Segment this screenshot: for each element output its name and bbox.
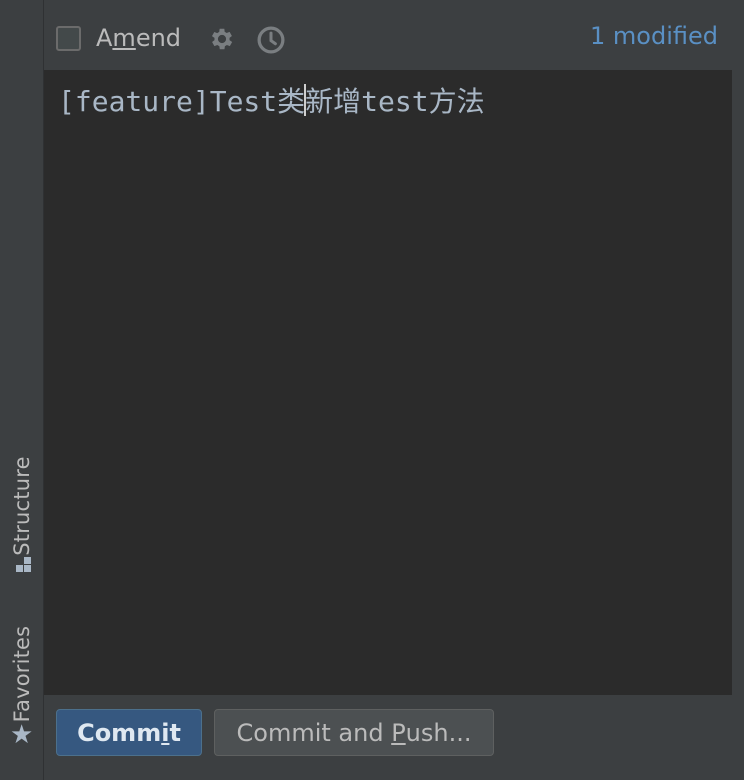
tool-window-stripe: Structure Favorites ★ bbox=[0, 0, 43, 780]
commit-and-push-button[interactable]: Commit and Push... bbox=[214, 709, 494, 756]
push-label-mnemonic: P bbox=[391, 718, 406, 747]
commit-message-editor[interactable]: [feature]Test类新增test方法 bbox=[44, 70, 732, 695]
amend-label-a: A bbox=[96, 24, 113, 52]
commit-label-b: t bbox=[169, 718, 181, 747]
commit-message-text: [feature]Test类新增test方法 bbox=[58, 80, 485, 120]
commit-label-mnemonic: i bbox=[161, 718, 170, 747]
message-text-before-caret: [feature]Test类 bbox=[58, 85, 306, 118]
amend-label[interactable]: Amend bbox=[96, 24, 181, 52]
sidebar-tab-label: Structure bbox=[9, 456, 34, 556]
commit-label-a: Comm bbox=[77, 718, 162, 747]
amend-checkbox[interactable] bbox=[56, 26, 81, 51]
sidebar-tab-favorites[interactable]: Favorites ★ bbox=[0, 610, 43, 760]
amend-label-rest: end bbox=[135, 24, 182, 52]
message-text-after-caret: 新增test方法 bbox=[305, 85, 485, 118]
sidebar-tab-label: Favorites bbox=[9, 625, 34, 723]
push-label-b: ush... bbox=[405, 718, 472, 747]
commit-toolbar: Amend 1 modified bbox=[44, 0, 732, 70]
sidebar-tab-structure[interactable]: Structure bbox=[0, 440, 43, 580]
panel-edge bbox=[732, 0, 744, 780]
gear-icon[interactable] bbox=[208, 25, 236, 53]
amend-label-mnemonic: m bbox=[112, 24, 136, 52]
modified-count-link[interactable]: 1 modified bbox=[590, 22, 718, 50]
commit-actions: Comm i t Commit and Push... bbox=[44, 695, 732, 780]
structure-icon bbox=[16, 557, 31, 572]
star-icon: ★ bbox=[10, 720, 34, 750]
commit-button[interactable]: Comm i t bbox=[56, 709, 202, 756]
push-label-a: Commit and bbox=[236, 718, 392, 747]
history-clock-icon[interactable] bbox=[256, 25, 286, 55]
